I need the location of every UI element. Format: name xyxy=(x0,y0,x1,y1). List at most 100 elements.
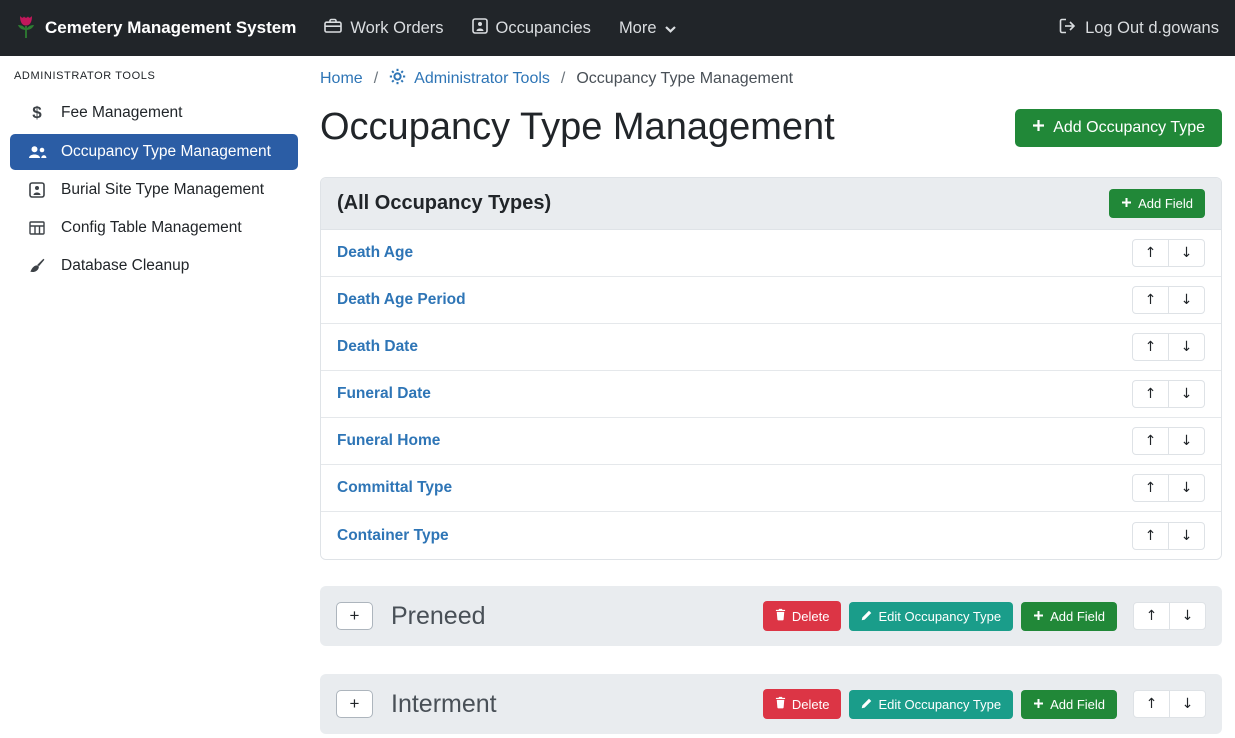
dollar-icon: $ xyxy=(26,103,48,123)
field-link[interactable]: Committal Type xyxy=(337,479,452,497)
expand-button[interactable]: + xyxy=(336,602,373,630)
reorder-buttons: ↑ ↓ xyxy=(1132,286,1205,314)
nav-work-orders-label: Work Orders xyxy=(350,19,443,38)
plus-icon xyxy=(1121,196,1132,211)
move-up-button[interactable]: ↑ xyxy=(1132,333,1169,361)
move-down-button[interactable]: ↓ xyxy=(1169,602,1206,630)
expand-button[interactable]: + xyxy=(336,690,373,718)
page-header: Occupancy Type Management Add Occupancy … xyxy=(320,106,1222,149)
sidebar-item-label: Database Cleanup xyxy=(61,257,189,275)
reorder-buttons: ↑ ↓ xyxy=(1133,690,1206,718)
section-actions: Delete Edit Occupancy Type Add Field xyxy=(763,689,1206,719)
move-up-button[interactable]: ↑ xyxy=(1132,427,1169,455)
field-row: Committal Type ↑ ↓ xyxy=(321,465,1221,512)
tulip-logo-icon xyxy=(16,13,36,44)
edit-occupancy-type-button[interactable]: Edit Occupancy Type xyxy=(849,690,1013,719)
breadcrumb-current: Occupancy Type Management xyxy=(576,70,793,88)
nav-work-orders[interactable]: Work Orders xyxy=(324,18,443,38)
table-icon xyxy=(26,221,48,235)
occupancy-type-section-interment: + Interment Delete xyxy=(320,674,1222,734)
move-down-button[interactable]: ↓ xyxy=(1169,690,1206,718)
move-down-button[interactable]: ↓ xyxy=(1168,380,1205,408)
breadcrumb-home[interactable]: Home xyxy=(320,70,363,88)
nav-more[interactable]: More xyxy=(619,19,676,38)
chevron-down-icon xyxy=(665,19,676,38)
delete-button[interactable]: Delete xyxy=(763,601,842,631)
field-link[interactable]: Funeral Home xyxy=(337,432,440,450)
breadcrumb-separator: / xyxy=(374,70,378,88)
all-occupancy-types-title: (All Occupancy Types) xyxy=(337,192,551,215)
move-down-button[interactable]: ↓ xyxy=(1168,333,1205,361)
page-title: Occupancy Type Management xyxy=(320,106,835,149)
plus-icon xyxy=(1033,609,1044,624)
field-link[interactable]: Death Date xyxy=(337,338,418,356)
nav-links: Work Orders Occupancies More xyxy=(324,18,675,39)
section-actions: Delete Edit Occupancy Type Add Field xyxy=(763,601,1206,631)
move-down-button[interactable]: ↓ xyxy=(1168,427,1205,455)
field-row: Death Age ↑ ↓ xyxy=(321,230,1221,277)
logout-label: Log Out d.gowans xyxy=(1085,19,1219,38)
nav-occupancies[interactable]: Occupancies xyxy=(472,18,591,39)
trash-icon xyxy=(775,696,786,712)
field-link[interactable]: Death Age xyxy=(337,244,413,262)
add-field-label: Add Field xyxy=(1138,196,1193,211)
pencil-icon xyxy=(861,609,872,624)
field-link[interactable]: Funeral Date xyxy=(337,385,431,403)
all-occupancy-types-card: (All Occupancy Types) Add Field Death Ag… xyxy=(320,177,1222,560)
add-field-button[interactable]: Add Field xyxy=(1021,602,1117,631)
edit-occupancy-type-button[interactable]: Edit Occupancy Type xyxy=(849,602,1013,631)
plus-icon xyxy=(1033,697,1044,712)
reorder-buttons: ↑ ↓ xyxy=(1132,474,1205,502)
nav-occupancies-label: Occupancies xyxy=(496,19,591,38)
delete-button[interactable]: Delete xyxy=(763,689,842,719)
add-occupancy-type-button[interactable]: Add Occupancy Type xyxy=(1015,109,1222,147)
sidebar-item-burial-site-type-management[interactable]: Burial Site Type Management xyxy=(10,172,298,208)
breadcrumb-administrator-tools[interactable]: Administrator Tools xyxy=(389,68,550,90)
move-down-button[interactable]: ↓ xyxy=(1168,474,1205,502)
add-field-label: Add Field xyxy=(1050,697,1105,712)
reorder-buttons: ↑ ↓ xyxy=(1133,602,1206,630)
add-field-button[interactable]: Add Field xyxy=(1109,189,1205,218)
move-down-button[interactable]: ↓ xyxy=(1168,286,1205,314)
reorder-buttons: ↑ ↓ xyxy=(1132,522,1205,550)
reorder-buttons: ↑ ↓ xyxy=(1132,239,1205,267)
reorder-buttons: ↑ ↓ xyxy=(1132,380,1205,408)
move-up-button[interactable]: ↑ xyxy=(1132,239,1169,267)
add-occupancy-type-label: Add Occupancy Type xyxy=(1053,119,1205,137)
all-occupancy-types-header: (All Occupancy Types) Add Field xyxy=(321,178,1221,230)
sidebar-item-config-table-management[interactable]: Config Table Management xyxy=(10,210,298,246)
sidebar-item-database-cleanup[interactable]: Database Cleanup xyxy=(10,248,298,284)
sidebar-heading: Administrator Tools xyxy=(10,68,298,94)
app-brand[interactable]: Cemetery Management System xyxy=(16,13,296,44)
field-row: Death Age Period ↑ ↓ xyxy=(321,277,1221,324)
add-field-label: Add Field xyxy=(1050,609,1105,624)
sidebar-item-label: Occupancy Type Management xyxy=(61,143,271,161)
sidebar-item-label: Burial Site Type Management xyxy=(61,181,264,199)
move-up-button[interactable]: ↑ xyxy=(1132,522,1169,550)
users-icon xyxy=(26,145,48,159)
field-link[interactable]: Container Type xyxy=(337,527,449,545)
breadcrumb-separator: / xyxy=(561,70,565,88)
move-up-button[interactable]: ↑ xyxy=(1133,602,1170,630)
sidebar-item-label: Fee Management xyxy=(61,104,183,122)
field-link[interactable]: Death Age Period xyxy=(337,291,466,309)
move-down-button[interactable]: ↓ xyxy=(1168,239,1205,267)
logout-icon xyxy=(1059,18,1077,39)
move-up-button[interactable]: ↑ xyxy=(1132,286,1169,314)
sidebar-item-occupancy-type-management[interactable]: Occupancy Type Management xyxy=(10,134,298,170)
sidebar-item-fee-management[interactable]: $ Fee Management xyxy=(10,94,298,132)
nav-more-label: More xyxy=(619,19,657,38)
section-title: Interment xyxy=(391,690,497,719)
move-up-button[interactable]: ↑ xyxy=(1132,474,1169,502)
breadcrumb: Home / Administrator Tools xyxy=(320,68,1222,90)
add-field-button[interactable]: Add Field xyxy=(1021,690,1117,719)
logout-button[interactable]: Log Out d.gowans xyxy=(1059,18,1219,39)
reorder-buttons: ↑ ↓ xyxy=(1132,427,1205,455)
edit-occupancy-type-label: Edit Occupancy Type xyxy=(878,609,1001,624)
move-up-button[interactable]: ↑ xyxy=(1133,690,1170,718)
person-frame-icon xyxy=(472,18,488,39)
move-down-button[interactable]: ↓ xyxy=(1168,522,1205,550)
move-up-button[interactable]: ↑ xyxy=(1132,380,1169,408)
sidebar: Administrator Tools $ Fee Management Occ… xyxy=(0,56,308,738)
trash-icon xyxy=(775,608,786,624)
